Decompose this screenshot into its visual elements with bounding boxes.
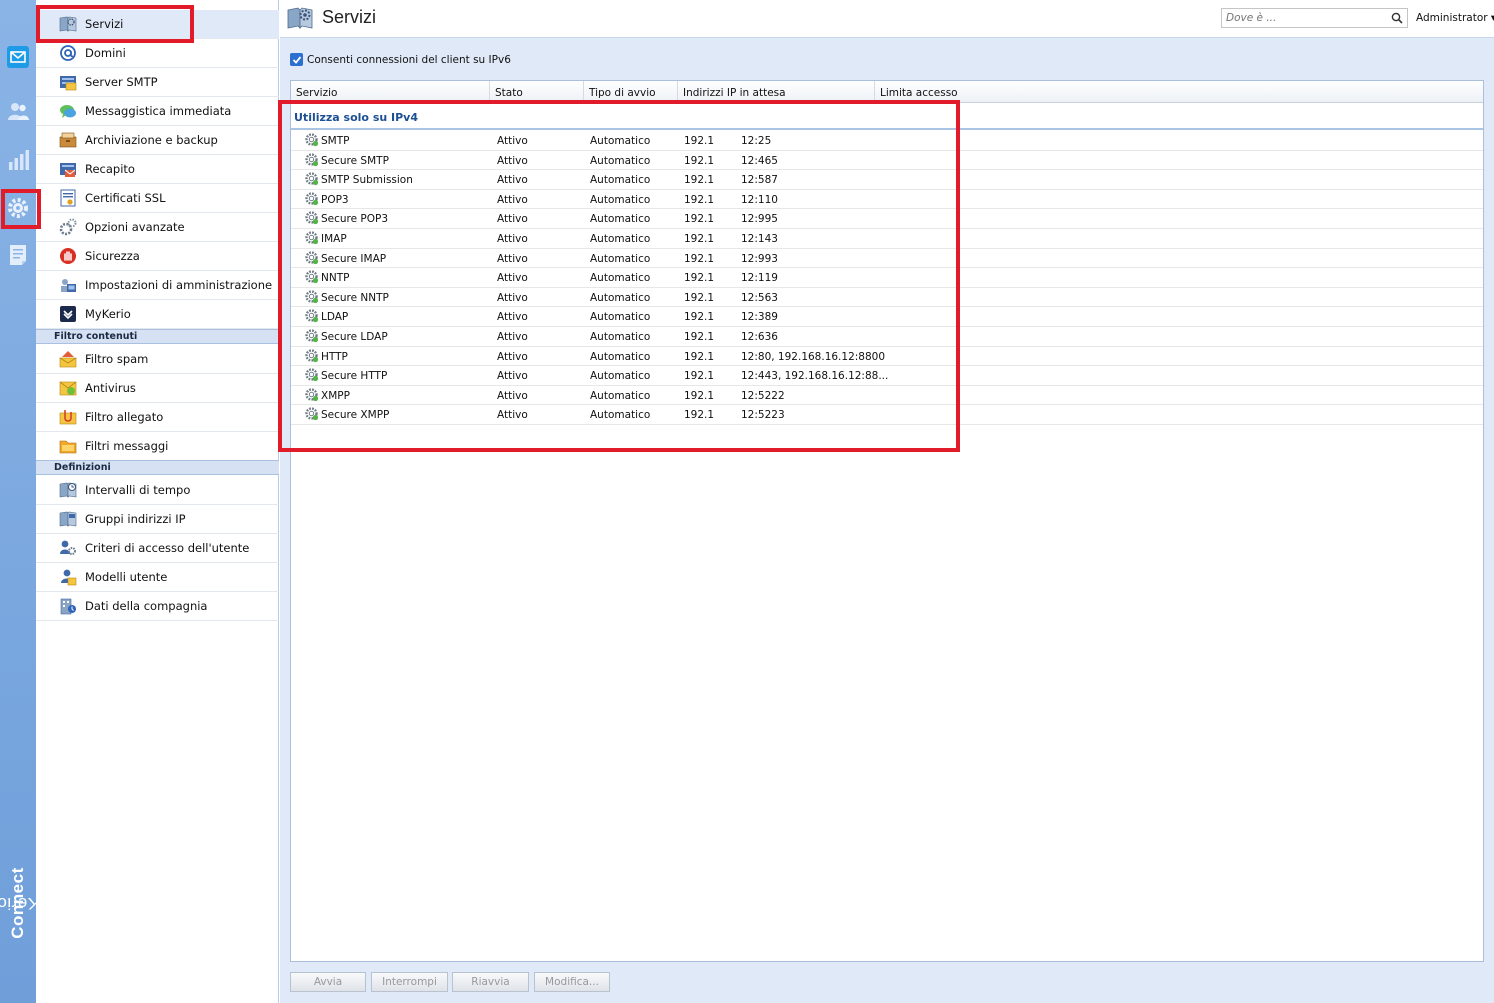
nav-item-criteri-di-accesso-dell-utente[interactable]: Criteri di accesso dell'utente <box>36 534 279 563</box>
nav-item-intervalli-di-tempo[interactable]: Intervalli di tempo <box>36 476 279 505</box>
edit-button[interactable]: Modifica... <box>534 972 610 992</box>
mail-icon <box>7 46 29 68</box>
nav-item-label: Gruppi indirizzi IP <box>85 512 186 526</box>
nav-item-label: Recapito <box>85 162 135 176</box>
nav-item-mykerio[interactable]: MyKerio <box>36 300 279 329</box>
page-title: Servizi <box>322 7 377 27</box>
nav-item-label: Filtro allegato <box>85 410 164 424</box>
nav-item-label: Archiviazione e backup <box>85 133 218 147</box>
check-icon <box>292 55 301 64</box>
admin-settings-icon <box>58 275 78 295</box>
nav-item-opzioni-avanzate[interactable]: Opzioni avanzate <box>36 213 279 242</box>
nav-item-label: Modelli utente <box>85 570 168 584</box>
nav-item-label: Filtri messaggi <box>85 439 169 453</box>
mail-app-button[interactable] <box>5 44 31 70</box>
nav-item-label: Dati della compagnia <box>85 599 208 613</box>
access-policy-icon <box>58 538 78 558</box>
bar-chart-icon <box>9 150 29 170</box>
nav-item-certificati-ssl[interactable]: Certificati SSL <box>36 184 279 213</box>
spam-filter-icon <box>58 349 78 369</box>
nav-item-label: Certificati SSL <box>85 191 166 205</box>
nav-item-modelli-utente[interactable]: Modelli utente <box>36 563 279 592</box>
nav-item-label: Intervalli di tempo <box>85 483 191 497</box>
nav-item-label: Sicurezza <box>85 249 140 263</box>
nav-item-antivirus[interactable]: Antivirus <box>36 374 279 403</box>
smtp-server-icon <box>58 72 78 92</box>
mykerio-icon <box>58 304 78 324</box>
logs-app-button[interactable] <box>5 242 31 268</box>
users-app-button[interactable] <box>5 98 31 124</box>
ipv6-label: Consenti connessioni del client su IPv6 <box>307 53 511 66</box>
ipv6-option[interactable]: Consenti connessioni del client su IPv6 <box>290 53 511 66</box>
column-header-access-limit[interactable]: Limita accesso <box>875 81 1483 102</box>
stop-button[interactable]: Interrompi <box>371 972 448 992</box>
restart-button[interactable]: Riavvia <box>452 972 529 992</box>
time-ranges-icon <box>58 480 78 500</box>
nav-item-impostazioni-di-amministrazione[interactable]: Impostazioni di amministrazione <box>36 271 279 300</box>
message-filter-icon <box>58 436 78 456</box>
at-icon <box>58 43 78 63</box>
nav-item-dati-della-compagnia[interactable]: Dati della compagnia <box>36 592 279 621</box>
nav-item-sicurezza[interactable]: Sicurezza <box>36 242 279 271</box>
chat-icon <box>58 101 78 121</box>
kerio-connect-logo: Kerio Connect <box>0 867 40 939</box>
archive-icon <box>58 130 78 150</box>
section-header-content-filter: Filtro contenuti <box>36 329 279 344</box>
search-input[interactable] <box>1222 9 1382 27</box>
ip-groups-icon <box>58 509 78 529</box>
nav-item-gruppi-indirizzi-ip[interactable]: Gruppi indirizzi IP <box>36 505 279 534</box>
nav-item-label: Antivirus <box>85 381 136 395</box>
nav-item-filtro-allegato[interactable]: Filtro allegato <box>36 403 279 432</box>
section-header-definitions: Definizioni <box>36 460 279 475</box>
nav-item-server-smtp[interactable]: Server SMTP <box>36 68 279 97</box>
nav-item-label: Messaggistica immediata <box>85 104 232 118</box>
highlight-services-list <box>278 100 960 452</box>
app-switcher-strip: Kerio Connect <box>0 0 40 1003</box>
nav-item-domini[interactable]: Domini <box>36 39 279 68</box>
ipv6-checkbox[interactable] <box>290 53 303 66</box>
antivirus-icon <box>58 378 78 398</box>
column-header-status[interactable]: Stato <box>490 81 584 102</box>
delivery-icon <box>58 159 78 179</box>
nav-item-recapito[interactable]: Recapito <box>36 155 279 184</box>
nav-item-label: Criteri di accesso dell'utente <box>85 541 250 555</box>
stop-hand-icon <box>58 246 78 266</box>
search-icon[interactable] <box>1391 12 1403 24</box>
attachment-filter-icon <box>58 407 78 427</box>
log-document-icon <box>10 245 26 265</box>
nav-item-label: Domini <box>85 46 126 60</box>
top-bar: Servizi Administrator ▾ <box>280 0 1494 38</box>
company-data-icon <box>58 596 78 616</box>
column-header-startup[interactable]: Tipo di avvio <box>584 81 678 102</box>
column-header-listening-ip[interactable]: Indirizzi IP in attesa <box>678 81 875 102</box>
highlight-configuration <box>1 189 41 229</box>
services-icon <box>287 7 313 29</box>
nav-item-label: MyKerio <box>85 307 131 321</box>
nav-item-archiviazione-e-backup[interactable]: Archiviazione e backup <box>36 126 279 155</box>
start-button[interactable]: Avvia <box>290 972 366 992</box>
search-box[interactable] <box>1221 8 1408 28</box>
user-templates-icon <box>58 567 78 587</box>
statistics-app-button[interactable] <box>5 147 31 173</box>
gears-icon <box>58 217 78 237</box>
nav-item-filtro-spam[interactable]: Filtro spam <box>36 345 279 374</box>
column-header-service[interactable]: Servizio <box>291 81 490 102</box>
highlight-servizi <box>36 5 194 43</box>
navigation-panel: Servizi Domini Server SMTP Messaggistica im… <box>36 0 279 1003</box>
nav-item-label: Opzioni avanzate <box>85 220 185 234</box>
nav-item-label: Impostazioni di amministrazione <box>85 278 273 292</box>
nav-item-filtri-messaggi[interactable]: Filtri messaggi <box>36 432 279 461</box>
nav-item-label: Filtro spam <box>85 352 149 366</box>
nav-item-label: Server SMTP <box>85 75 158 89</box>
users-icon <box>8 103 29 120</box>
nav-item-messaggistica-immediata[interactable]: Messaggistica immediata <box>36 97 279 126</box>
user-menu[interactable]: Administrator ▾ <box>1416 12 1494 24</box>
certificate-icon <box>58 188 78 208</box>
